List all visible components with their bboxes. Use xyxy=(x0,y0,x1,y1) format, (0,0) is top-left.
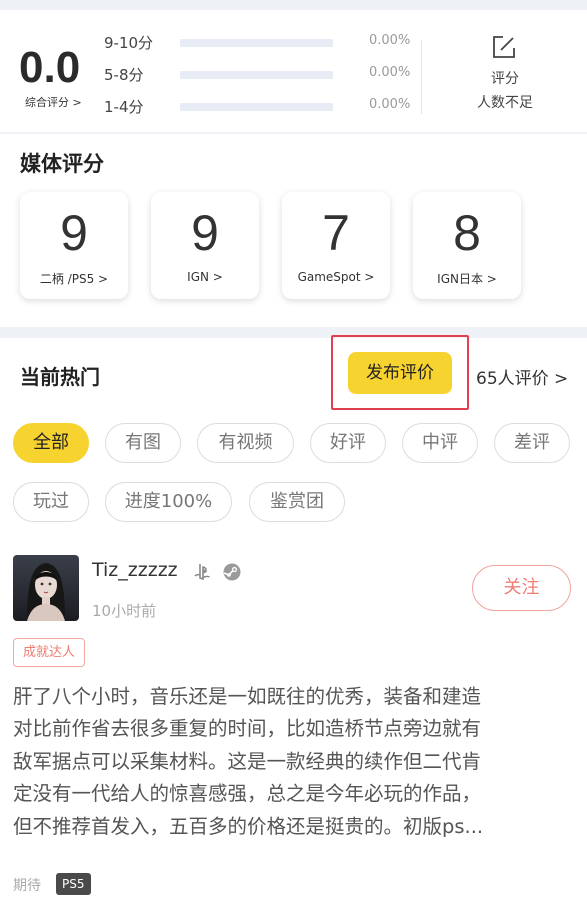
rating-row-9-10: 9-10分 0.00% xyxy=(104,32,414,52)
rating-row-percent: 0.00% xyxy=(369,65,411,80)
filter-chip-played[interactable]: 玩过 xyxy=(13,482,89,522)
rating-row-label: 5-8分 xyxy=(104,66,144,84)
follow-button[interactable]: 关注 xyxy=(472,565,571,611)
expect-tag: 期待 xyxy=(13,878,41,894)
publish-review-button[interactable]: 发布评价 xyxy=(348,352,452,394)
hot-reviews-section: 当前热门 发布评价 65人评价 > 全部 有图 有视频 好评 中评 差评 玩过 … xyxy=(0,335,587,900)
post-text-line: 对比前作省去很多重复的时间，比如造桥节点旁边就有 xyxy=(13,717,482,741)
post-time: 10小时前 xyxy=(92,602,157,620)
media-score: 9 xyxy=(191,205,219,261)
review-count-link[interactable]: 65人评价 > xyxy=(476,364,568,389)
post-text-line: 但不推荐首发入，五百多的价格还是挺贵的。初版ps... xyxy=(13,814,484,838)
playstation-icon xyxy=(194,564,210,581)
media-score: 8 xyxy=(453,205,481,261)
rating-bar xyxy=(180,103,333,111)
post-text-line: 敌军据点可以采集材料。这是一款经典的续作但二代肯 xyxy=(13,749,482,773)
hot-reviews-title: 当前热门 xyxy=(20,365,100,389)
rate-label[interactable]: 评分 xyxy=(440,68,570,88)
overall-score: 0.0 xyxy=(19,43,81,92)
rating-row-1-4: 1-4分 0.00% xyxy=(104,96,414,116)
filter-chip-positive[interactable]: 好评 xyxy=(310,423,386,463)
filter-chip-with-image[interactable]: 有图 xyxy=(105,423,181,463)
media-card-ign[interactable]: 9 IGN > xyxy=(151,192,259,299)
username[interactable]: Tiz_zzzzz xyxy=(92,559,178,581)
media-card-ign-japan[interactable]: 8 IGN日本 > xyxy=(413,192,521,299)
media-source: 二柄 /PS5 > xyxy=(39,272,109,286)
filter-chip-neutral[interactable]: 中评 xyxy=(402,423,478,463)
media-source: GameSpot > xyxy=(297,270,375,284)
media-score: 7 xyxy=(322,205,350,261)
overall-score-link[interactable]: 综合评分 > xyxy=(25,94,82,110)
filter-chip-progress-100[interactable]: 进度100% xyxy=(105,482,232,522)
steam-icon xyxy=(223,563,241,581)
media-card-ergou[interactable]: 9 二柄 /PS5 > xyxy=(20,192,128,299)
divider xyxy=(421,40,422,114)
top-band xyxy=(0,0,587,10)
media-source: IGN日本 > xyxy=(437,272,497,286)
media-scores-section: 媒体评分 9 二柄 /PS5 > 9 IGN > 7 GameSpot > 8 … xyxy=(0,134,587,327)
post-text-line: 定没有一代给人的惊喜感强，总之是今年必玩的作品， xyxy=(13,782,482,806)
post-text-line: 肝了八个小时，音乐还是一如既往的优秀，装备和建造 xyxy=(13,685,482,708)
rating-row-percent: 0.00% xyxy=(369,97,411,112)
post-body[interactable]: 肝了八个小时，音乐还是一如既往的优秀，装备和建造 对比前作省去很多重复的时间，比… xyxy=(13,681,575,843)
rating-bar xyxy=(180,71,333,79)
rating-row-percent: 0.00% xyxy=(369,33,411,48)
avatar[interactable] xyxy=(13,555,79,621)
filter-chip-all[interactable]: 全部 xyxy=(13,423,89,463)
filter-chip-with-video[interactable]: 有视频 xyxy=(197,423,294,463)
achievement-badge: 成就达人 xyxy=(13,638,86,667)
insufficient-label: 人数不足 xyxy=(477,95,533,111)
media-score: 9 xyxy=(60,205,88,261)
edit-square-icon[interactable] xyxy=(491,34,517,60)
filter-chip-negative[interactable]: 差评 xyxy=(494,423,570,463)
rating-row-label: 1-4分 xyxy=(104,98,144,116)
user-rating-card: 0.0 综合评分 > 9-10分 0.00% 5-8分 0.00% 1-4分 0… xyxy=(0,10,587,132)
platform-tag-ps5: PS5 xyxy=(56,873,91,895)
media-scores-title: 媒体评分 xyxy=(20,152,104,176)
media-card-gamespot[interactable]: 7 GameSpot > xyxy=(282,192,390,299)
rating-row-5-8: 5-8分 0.00% xyxy=(104,64,414,84)
rating-row-label: 9-10分 xyxy=(104,34,154,52)
rating-bar xyxy=(180,39,333,47)
media-source: IGN > xyxy=(187,270,223,284)
filter-chip-appreciation-group[interactable]: 鉴赏团 xyxy=(249,482,345,522)
